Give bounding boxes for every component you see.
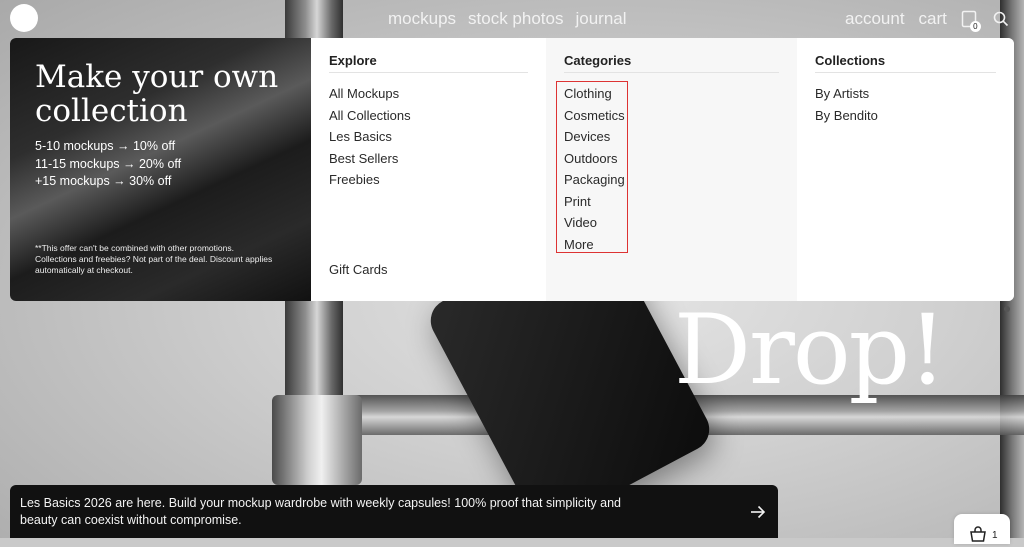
menu-item-freebies[interactable]: Freebies: [329, 169, 411, 191]
divider: [329, 72, 528, 73]
categories-heading: Categories: [564, 53, 632, 68]
nav-stock-photos[interactable]: stock photos: [468, 9, 563, 29]
top-navigation: mockups stock photos journal account car…: [0, 0, 1024, 38]
carousel-dot[interactable]: [1004, 306, 1010, 312]
menu-item-outdoors[interactable]: Outdoors: [564, 148, 625, 170]
categories-column: Categories Clothing Cosmetics Devices Ou…: [546, 38, 797, 301]
nav-cart[interactable]: cart: [919, 9, 947, 29]
nav-mockups[interactable]: mockups: [388, 9, 456, 29]
menu-item-devices[interactable]: Devices: [564, 126, 625, 148]
bag-button[interactable]: 1: [954, 514, 1010, 544]
announcement-bar[interactable]: Les Basics 2026 are here. Build your moc…: [10, 485, 778, 538]
divider: [815, 72, 996, 73]
cart-count-badge: 0: [969, 21, 981, 32]
nav-account[interactable]: account: [845, 9, 905, 29]
primary-nav: mockups stock photos journal: [388, 9, 627, 29]
explore-list: All Mockups All Collections Les Basics B…: [329, 83, 411, 191]
collections-list: By Artists By Bendito: [815, 83, 878, 126]
explore-heading: Explore: [329, 53, 377, 68]
promo-discounts: 5-10 mockups → 10% off 11-15 mockups → 2…: [35, 138, 181, 191]
promo-title: Make your own collection: [35, 59, 279, 129]
promo-disclaimer: **This offer can't be combined with othe…: [35, 243, 273, 275]
promo-line: 5-10 mockups → 10% off: [35, 139, 176, 153]
hero-clamp: [272, 395, 362, 485]
collections-heading: Collections: [815, 53, 886, 68]
cart-icon[interactable]: 0: [961, 10, 981, 32]
promo-line: 11-15 mockups → 20% off: [35, 156, 182, 171]
menu-item-best-sellers[interactable]: Best Sellers: [329, 148, 411, 170]
menu-item-packaging[interactable]: Packaging: [564, 169, 625, 191]
explore-column: Explore All Mockups All Collections Les …: [311, 38, 546, 301]
promo-panel[interactable]: Make your own collection 5-10 mockups → …: [10, 38, 311, 301]
menu-item-all-mockups[interactable]: All Mockups: [329, 83, 411, 105]
promo-line: +15 mockups → 30% off: [35, 174, 172, 188]
mega-menu: Make your own collection 5-10 mockups → …: [10, 38, 1014, 301]
menu-item-clothing[interactable]: Clothing: [564, 83, 625, 105]
arrow-right-icon[interactable]: [750, 505, 766, 524]
menu-item-les-basics[interactable]: Les Basics: [329, 126, 411, 148]
logo[interactable]: [10, 4, 38, 32]
secondary-nav: account cart 0: [845, 9, 1009, 32]
menu-item-by-bendito[interactable]: By Bendito: [815, 105, 878, 127]
menu-item-print[interactable]: Print: [564, 191, 625, 213]
categories-list: Clothing Cosmetics Devices Outdoors Pack…: [564, 83, 625, 255]
search-icon[interactable]: [993, 11, 1009, 27]
menu-item-gift-cards[interactable]: Gift Cards: [329, 262, 388, 277]
nav-journal[interactable]: journal: [575, 9, 626, 29]
announcement-text: Les Basics 2026 are here. Build your moc…: [20, 496, 622, 527]
menu-item-more[interactable]: More: [564, 234, 625, 256]
divider: [564, 72, 779, 73]
bag-icon: [969, 526, 987, 547]
collections-column: Collections By Artists By Bendito: [797, 38, 1014, 301]
hero-headline: Drop!: [674, 294, 947, 406]
menu-item-by-artists[interactable]: By Artists: [815, 83, 878, 105]
menu-item-all-collections[interactable]: All Collections: [329, 105, 411, 127]
menu-item-cosmetics[interactable]: Cosmetics: [564, 105, 625, 127]
menu-item-video[interactable]: Video: [564, 212, 625, 234]
bag-count: 1: [992, 530, 998, 541]
